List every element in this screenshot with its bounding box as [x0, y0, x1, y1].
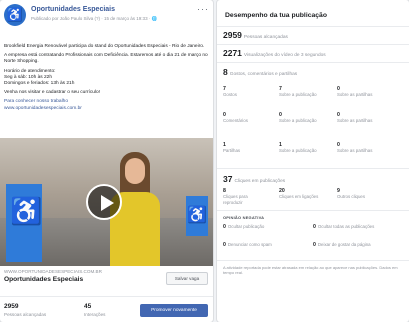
- interactions-value: 45: [84, 303, 92, 310]
- negative-value: 0: [223, 224, 226, 230]
- play-icon[interactable]: [86, 184, 122, 220]
- metric-cell: 1 Sobre a publicação: [279, 142, 323, 154]
- click-cell: 9 Outros cliques: [337, 188, 381, 200]
- negative-item: 0 Ocultar todas as publicações: [313, 224, 393, 231]
- post-paragraph: Venha nos visitar e cadastrar o seu curr…: [4, 90, 100, 96]
- negative-label: Ocultar todas as publicações: [317, 224, 375, 229]
- reactions-value: 8: [223, 67, 228, 77]
- negative-item: 0 Deixar de gostar da página: [313, 242, 393, 249]
- divider: [217, 26, 409, 27]
- post-paragraph: Brookfield Energia Renovável participa d…: [4, 44, 205, 49]
- click-label: Cliques em ligações: [279, 194, 319, 199]
- metric-label: Sobre as partilhas: [337, 148, 373, 153]
- click-cell: 8 Cliques para reproduzir: [223, 188, 267, 205]
- divider: [217, 44, 409, 45]
- interactions-label: Interações: [84, 312, 106, 317]
- footnote: A atividade reportada pode estar atrasad…: [223, 265, 398, 276]
- clicks-label: Cliques em publicações: [234, 179, 286, 184]
- interactions-stat: 45 Interações: [84, 303, 105, 317]
- link-domain[interactable]: WWW.OPORTUNIDADESESPECIAIS.COM.BR: [4, 269, 102, 274]
- metric-cell: 0 Sobre as partilhas: [337, 86, 381, 98]
- save-button[interactable]: Salvar vaga: [166, 272, 208, 285]
- publish-meta: Publicado por João Paulo Silva (?) · 15 …: [31, 16, 158, 21]
- views-label: Visualizações do vídeo de 3 segundos: [243, 53, 326, 58]
- reached-label: Pessoas alcançadas: [243, 35, 288, 40]
- page-name-link[interactable]: Oportunidades Especiais: [31, 6, 115, 13]
- metric-cell: 1 Partilhas: [223, 142, 267, 154]
- negative-value: 0: [223, 242, 226, 248]
- clicks-value: 37: [223, 174, 233, 184]
- presenter-face: [125, 158, 145, 184]
- divider: [217, 210, 409, 211]
- people-reached-stat: 2959 Pessoas alcançadas: [4, 303, 46, 317]
- post-paragraph: A empresa está contratando Profissionais…: [4, 53, 208, 65]
- metric-label: Sobre as partilhas: [337, 118, 373, 123]
- metric-label: Sobre a publicação: [279, 118, 317, 123]
- people-reached-label: Pessoas alcançadas: [4, 312, 47, 317]
- metric-label: Comentários: [223, 118, 248, 123]
- metric-label: Sobre a publicação: [279, 92, 317, 97]
- negative-item: 0 Ocultar publicação: [223, 224, 303, 231]
- post-paragraph[interactable]: Para conhecer nosso trabalho www.oportun…: [4, 99, 209, 111]
- people-reached-value: 2959: [4, 303, 19, 310]
- views-metric: 2271 Visualizações do vídeo de 3 segundos: [223, 48, 326, 58]
- divider: [217, 260, 409, 261]
- metric-cell: 0 Comentários: [223, 112, 267, 124]
- reached-value: 2959: [223, 30, 242, 40]
- post-header: ♿ Oportunidades Especiais Publicado por …: [4, 4, 209, 34]
- negative-label: Denunciar como spam: [227, 242, 272, 247]
- boost-post-button[interactable]: Promover novamente: [140, 304, 208, 317]
- negative-item: 0 Denunciar como spam: [223, 242, 303, 249]
- negative-label: Ocultar publicação: [227, 224, 265, 229]
- metric-label: Sobre a publicação: [279, 148, 317, 153]
- negative-value: 0: [313, 224, 316, 230]
- reached-metric: 2959 Pessoas alcançadas: [223, 30, 288, 40]
- metric-label: Sobre as partilhas: [337, 92, 373, 97]
- divider: [217, 168, 409, 169]
- click-label: Cliques para reproduzir: [223, 194, 248, 205]
- reactions-metric: 8 Gostos, comentários e partilhas: [223, 67, 297, 77]
- clicks-metric: 37 Cliques em publicações: [223, 174, 285, 184]
- post-paragraph: Horário de atendimento: Seg à sáb: 10h à…: [4, 68, 75, 87]
- performance-panel: Desempenho da tua publicação 2959 Pessoas…: [217, 0, 409, 322]
- click-label: Outros cliques: [337, 194, 366, 199]
- post-body: Brookfield Energia Renovável participa d…: [4, 44, 209, 115]
- views-value: 2271: [223, 48, 242, 58]
- click-cell: 20 Cliques em ligações: [279, 188, 323, 200]
- metric-cell: 0 Sobre as partilhas: [337, 142, 381, 154]
- divider: [0, 296, 213, 297]
- wheelchair-icon: ♿: [10, 196, 43, 226]
- metric-label: Gostos: [223, 92, 237, 97]
- post-card: ♿ Oportunidades Especiais Publicado por …: [0, 0, 213, 322]
- performance-title: Desempenho da tua publicação: [225, 12, 327, 19]
- link-title[interactable]: Oportunidades Especiais: [4, 276, 83, 283]
- reactions-label: Gostos, comentários e partilhas: [229, 72, 298, 77]
- more-options-icon[interactable]: ···: [197, 4, 209, 14]
- metric-cell: 7 Gostos: [223, 86, 267, 98]
- negative-value: 0: [313, 242, 316, 248]
- metric-cell: 0 Sobre a publicação: [279, 112, 323, 124]
- wheelchair-icon: ♿: [186, 196, 208, 236]
- metric-label: Partilhas: [223, 148, 241, 153]
- negative-label: Deixar de gostar da página: [317, 242, 371, 247]
- page-avatar[interactable]: ♿: [4, 4, 26, 26]
- divider: [217, 62, 409, 63]
- negative-feedback-title: OPINIÃO NEGATIVA: [223, 215, 265, 220]
- metric-cell: 0 Sobre as partilhas: [337, 112, 381, 124]
- post-video[interactable]: ♿ ♿: [0, 138, 213, 266]
- metric-cell: 7 Sobre a publicação: [279, 86, 323, 98]
